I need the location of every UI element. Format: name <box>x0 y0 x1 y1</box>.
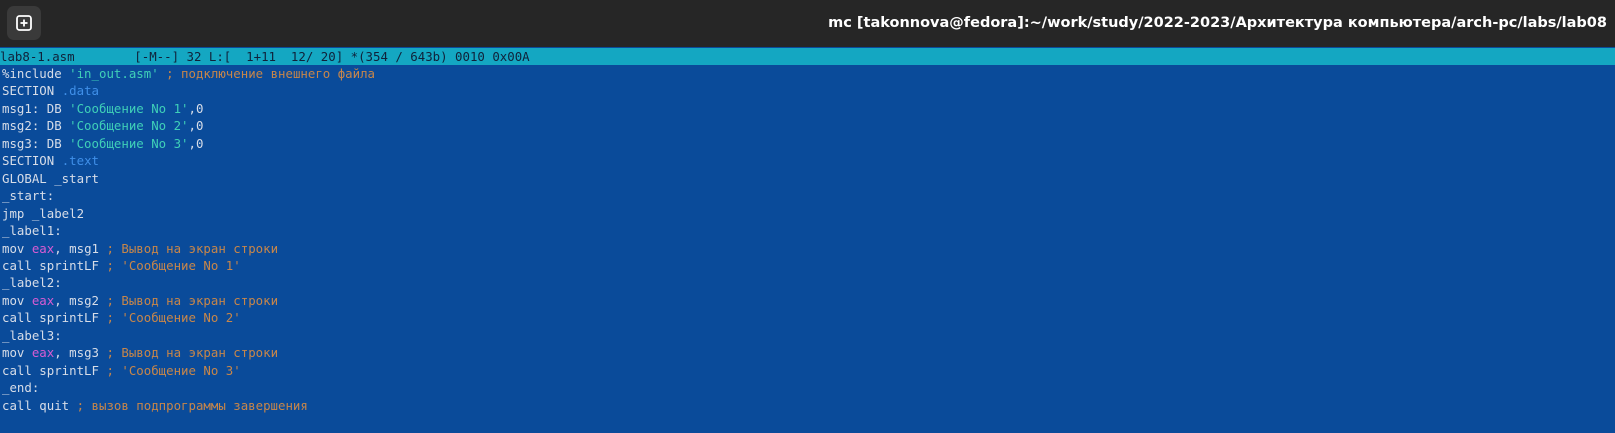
code-token-code: ,0 <box>188 118 204 134</box>
code-token-code: jmp _label2 <box>2 205 85 221</box>
code-token-code: call sprintLF <box>2 257 99 273</box>
plus-square-icon <box>16 15 32 31</box>
code-token-code: call sprintLF <box>2 310 99 326</box>
code-line[interactable]: call sprintLF ; 'Сообщение No 2' <box>2 309 241 327</box>
code-token-code: SECTION <box>2 83 62 99</box>
code-token-code: ,0 <box>188 135 204 151</box>
code-token-code: _end: <box>2 380 40 396</box>
code-token-code: _label1: <box>2 223 62 239</box>
code-token-code: call quit <box>2 397 70 413</box>
code-token-code: , msg2 <box>54 292 99 308</box>
code-line[interactable]: call quit ; вызов подпрограммы завершени… <box>2 397 308 415</box>
window-title: mc [takonnova@fedora]:~/work/study/2022-… <box>828 15 1607 31</box>
code-token-code: , msg1 <box>54 240 99 256</box>
code-token-code: msg1: DB <box>2 100 70 116</box>
code-token-code: _start: <box>2 188 55 204</box>
code-token-comment: ; Вывод на экран строки <box>99 345 279 361</box>
code-line[interactable]: %include 'in_out.asm' ; подключение внеш… <box>2 65 375 83</box>
code-token-code: call sprintLF <box>2 362 99 378</box>
code-line[interactable]: _label1: <box>2 222 62 240</box>
code-line[interactable]: call sprintLF ; 'Сообщение No 1' <box>2 257 241 275</box>
code-token-comment: ; подключение внешнего файла <box>158 66 376 81</box>
terminal-titlebar: mc [takonnova@fedora]:~/work/study/2022-… <box>0 0 1615 47</box>
code-token-comment: ; Вывод на экран строки <box>99 292 279 308</box>
code-line[interactable]: mov eax, msg1 ; Вывод на экран строки <box>2 240 278 258</box>
code-token-code: msg3: DB <box>2 135 70 151</box>
code-line[interactable]: SECTION .data <box>2 82 99 100</box>
code-line[interactable]: _start: <box>2 187 54 205</box>
code-token-code: _label3: <box>2 327 62 343</box>
code-token-str: 'in_out.asm' <box>69 66 159 81</box>
code-token-code: mov <box>2 292 32 308</box>
code-token-reg: eax <box>31 345 55 361</box>
code-token-code: msg2: DB <box>2 118 70 134</box>
code-token-str: 'Сообщение No 3' <box>69 135 189 151</box>
code-line[interactable]: msg1: DB 'Сообщение No 1',0 <box>2 100 203 118</box>
code-token-code: SECTION <box>2 153 62 169</box>
code-token-comment: ; Вывод на экран строки <box>99 240 279 256</box>
code-token-code: mov <box>2 345 32 361</box>
code-line[interactable]: GLOBAL _start <box>2 170 99 188</box>
code-token-comment: ; 'Сообщение No 1' <box>98 257 241 273</box>
code-line[interactable]: mov eax, msg2 ; Вывод на экран строки <box>2 292 278 310</box>
code-line[interactable]: msg2: DB 'Сообщение No 2',0 <box>2 117 203 135</box>
code-token-code: , msg3 <box>54 345 99 361</box>
code-line[interactable]: SECTION .text <box>2 152 99 170</box>
code-token-code: ,0 <box>188 100 204 116</box>
code-token-str: 'Сообщение No 2' <box>69 118 189 134</box>
code-line[interactable]: _label3: <box>2 327 62 345</box>
code-token-code: %include <box>2 66 70 81</box>
code-token-section: .text <box>61 153 99 169</box>
code-token-code: _label2: <box>2 275 62 291</box>
code-line[interactable]: _label2: <box>2 274 62 292</box>
code-token-section: .data <box>61 83 99 99</box>
code-line[interactable]: _end: <box>2 379 39 397</box>
code-editor[interactable]: %include 'in_out.asm' ; подключение внеш… <box>0 65 1615 433</box>
code-token-comment: ; вызов подпрограммы завершения <box>69 397 308 413</box>
code-line[interactable]: mov eax, msg3 ; Вывод на экран строки <box>2 344 278 362</box>
code-token-str: 'Сообщение No 1' <box>69 100 189 116</box>
code-token-reg: eax <box>31 292 55 308</box>
code-token-reg: eax <box>31 240 55 256</box>
code-line[interactable]: msg3: DB 'Сообщение No 3',0 <box>2 135 203 153</box>
code-token-code: GLOBAL _start <box>2 170 99 186</box>
code-token-comment: ; 'Сообщение No 3' <box>98 362 241 378</box>
code-line[interactable]: jmp _label2 <box>2 205 84 223</box>
code-line[interactable]: call sprintLF ; 'Сообщение No 3' <box>2 362 241 380</box>
editor-status-line: lab8-1.asm [-M--] 32 L:[ 1+11 12/ 20] *(… <box>0 48 1615 65</box>
code-token-comment: ; 'Сообщение No 2' <box>98 310 241 326</box>
code-token-code: mov <box>2 240 32 256</box>
new-tab-button[interactable] <box>7 6 41 40</box>
